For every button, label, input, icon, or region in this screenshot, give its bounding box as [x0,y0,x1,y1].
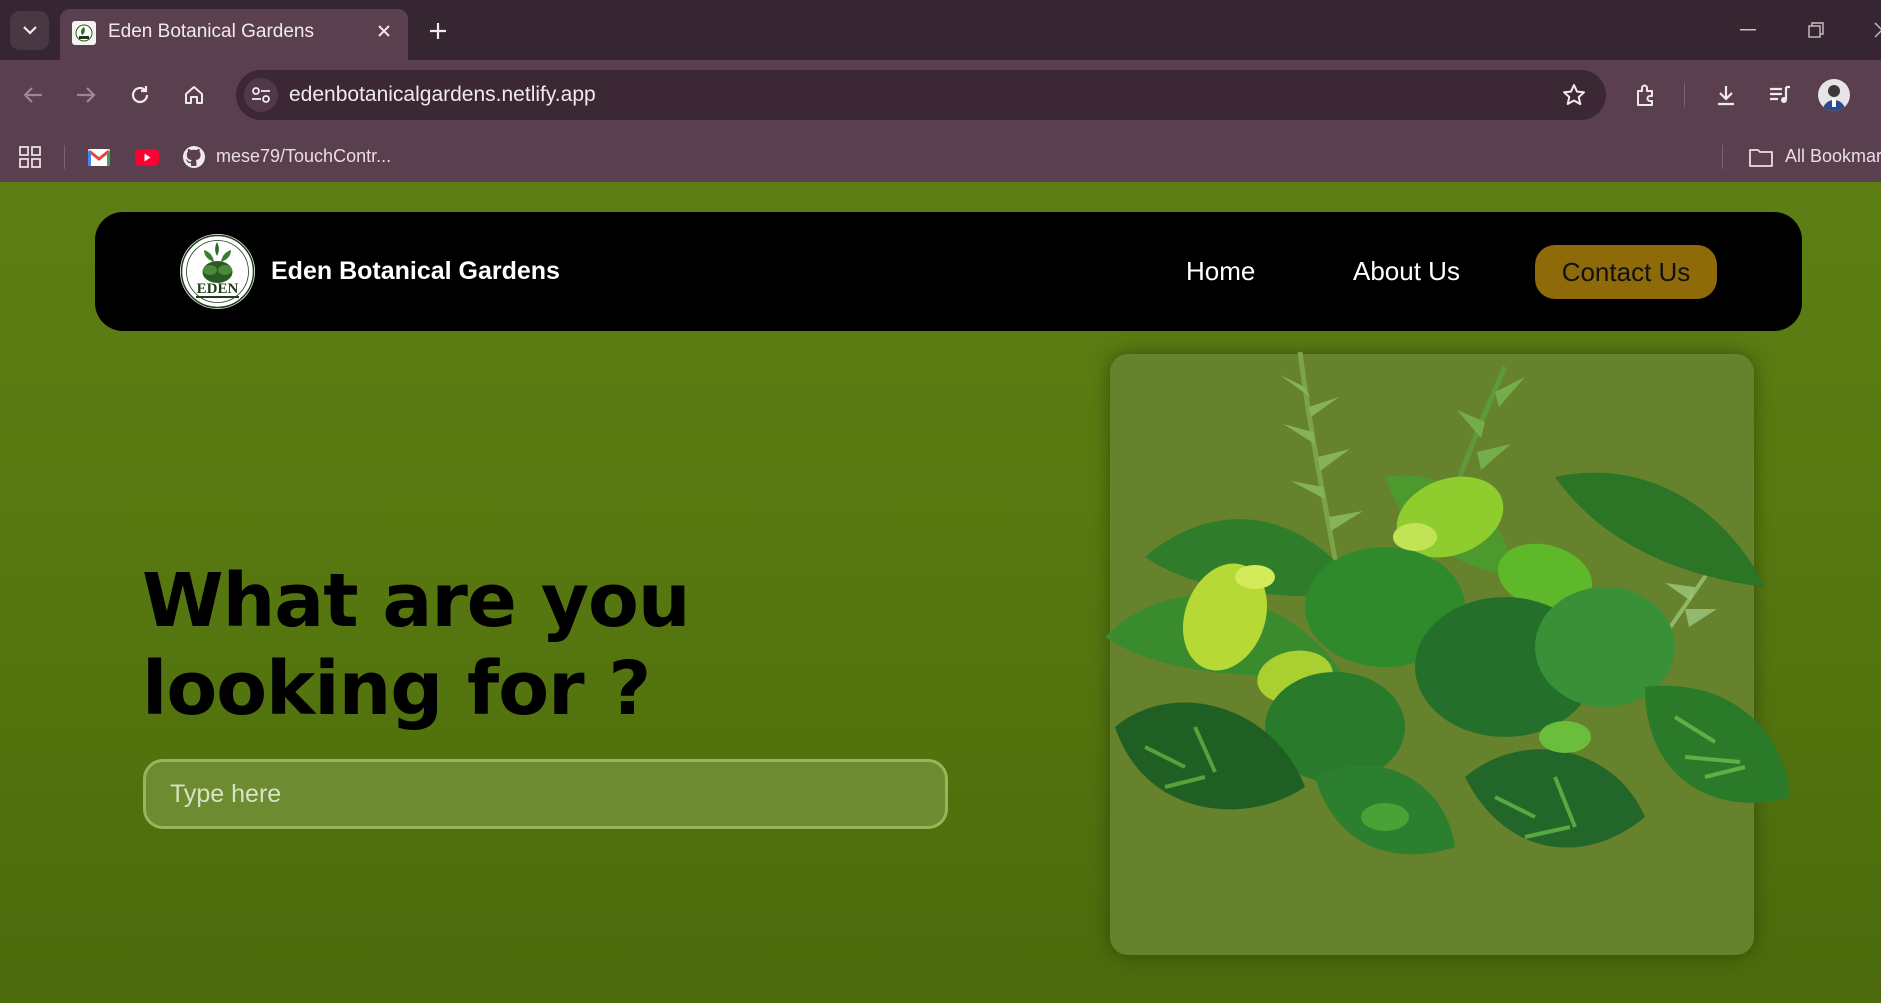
brand-name[interactable]: Eden Botanical Gardens [271,257,560,286]
bookmark-label[interactable]: mese79/TouchContr... [216,146,391,167]
extensions-icon[interactable] [1626,75,1666,115]
address-bar[interactable]: edenbotanicalgardens.netlify.app [236,70,1606,120]
site-favicon-icon [72,21,96,45]
all-bookmarks-label[interactable]: All Bookmar [1785,146,1881,167]
hero-headline: What are you looking for ? [142,557,691,733]
web-page: EDEN Eden Botanical Gardens Home About U… [0,182,1881,1003]
nav-home-link[interactable]: Home [1186,256,1255,287]
apps-grid-icon[interactable] [17,144,43,170]
media-controls-icon[interactable] [1760,75,1800,115]
tab-strip: Eden Botanical Gardens [0,0,1881,60]
bookmarks-divider [64,145,65,169]
site-logo[interactable]: EDEN [180,234,255,309]
bookmarks-divider-right [1722,145,1723,169]
home-icon[interactable] [174,75,214,115]
forward-icon[interactable] [66,75,106,115]
active-tab[interactable]: Eden Botanical Gardens [60,9,408,60]
new-tab-icon[interactable] [420,13,456,49]
site-info-icon[interactable] [244,78,278,112]
reload-icon[interactable] [120,75,160,115]
close-window-icon[interactable] [1864,12,1881,48]
restore-icon[interactable] [1798,12,1834,48]
hero-headline-line-1: What are you [142,558,691,644]
close-tab-icon[interactable] [370,17,398,45]
search-input[interactable] [143,759,948,829]
back-icon[interactable] [13,75,53,115]
tab-search-button[interactable] [10,11,49,50]
bookmark-star-icon[interactable] [1560,81,1588,109]
tropical-plants-image [1105,351,1790,855]
tab-title: Eden Botanical Gardens [108,21,314,42]
minimize-icon[interactable] [1730,12,1766,48]
toolbar-divider [1684,83,1685,107]
logo-text: EDEN [197,281,239,297]
url-text[interactable]: edenbotanicalgardens.netlify.app [289,83,596,107]
contact-us-button[interactable]: Contact Us [1535,245,1717,299]
bookmarks-bar: mese79/TouchContr... All Bookmar [0,131,1881,182]
site-navbar: EDEN Eden Botanical Gardens Home About U… [95,212,1802,331]
youtube-icon[interactable] [134,144,160,170]
browser-toolbar: edenbotanicalgardens.netlify.app [0,60,1881,131]
chevron-down-icon [22,22,37,40]
hero-headline-line-2: looking for ? [142,646,651,732]
profile-avatar[interactable] [1818,79,1850,111]
nav-about-link[interactable]: About Us [1353,256,1460,287]
folder-icon[interactable] [1748,144,1774,170]
github-icon[interactable] [181,144,207,170]
download-icon[interactable] [1706,75,1746,115]
gmail-icon[interactable] [86,144,112,170]
